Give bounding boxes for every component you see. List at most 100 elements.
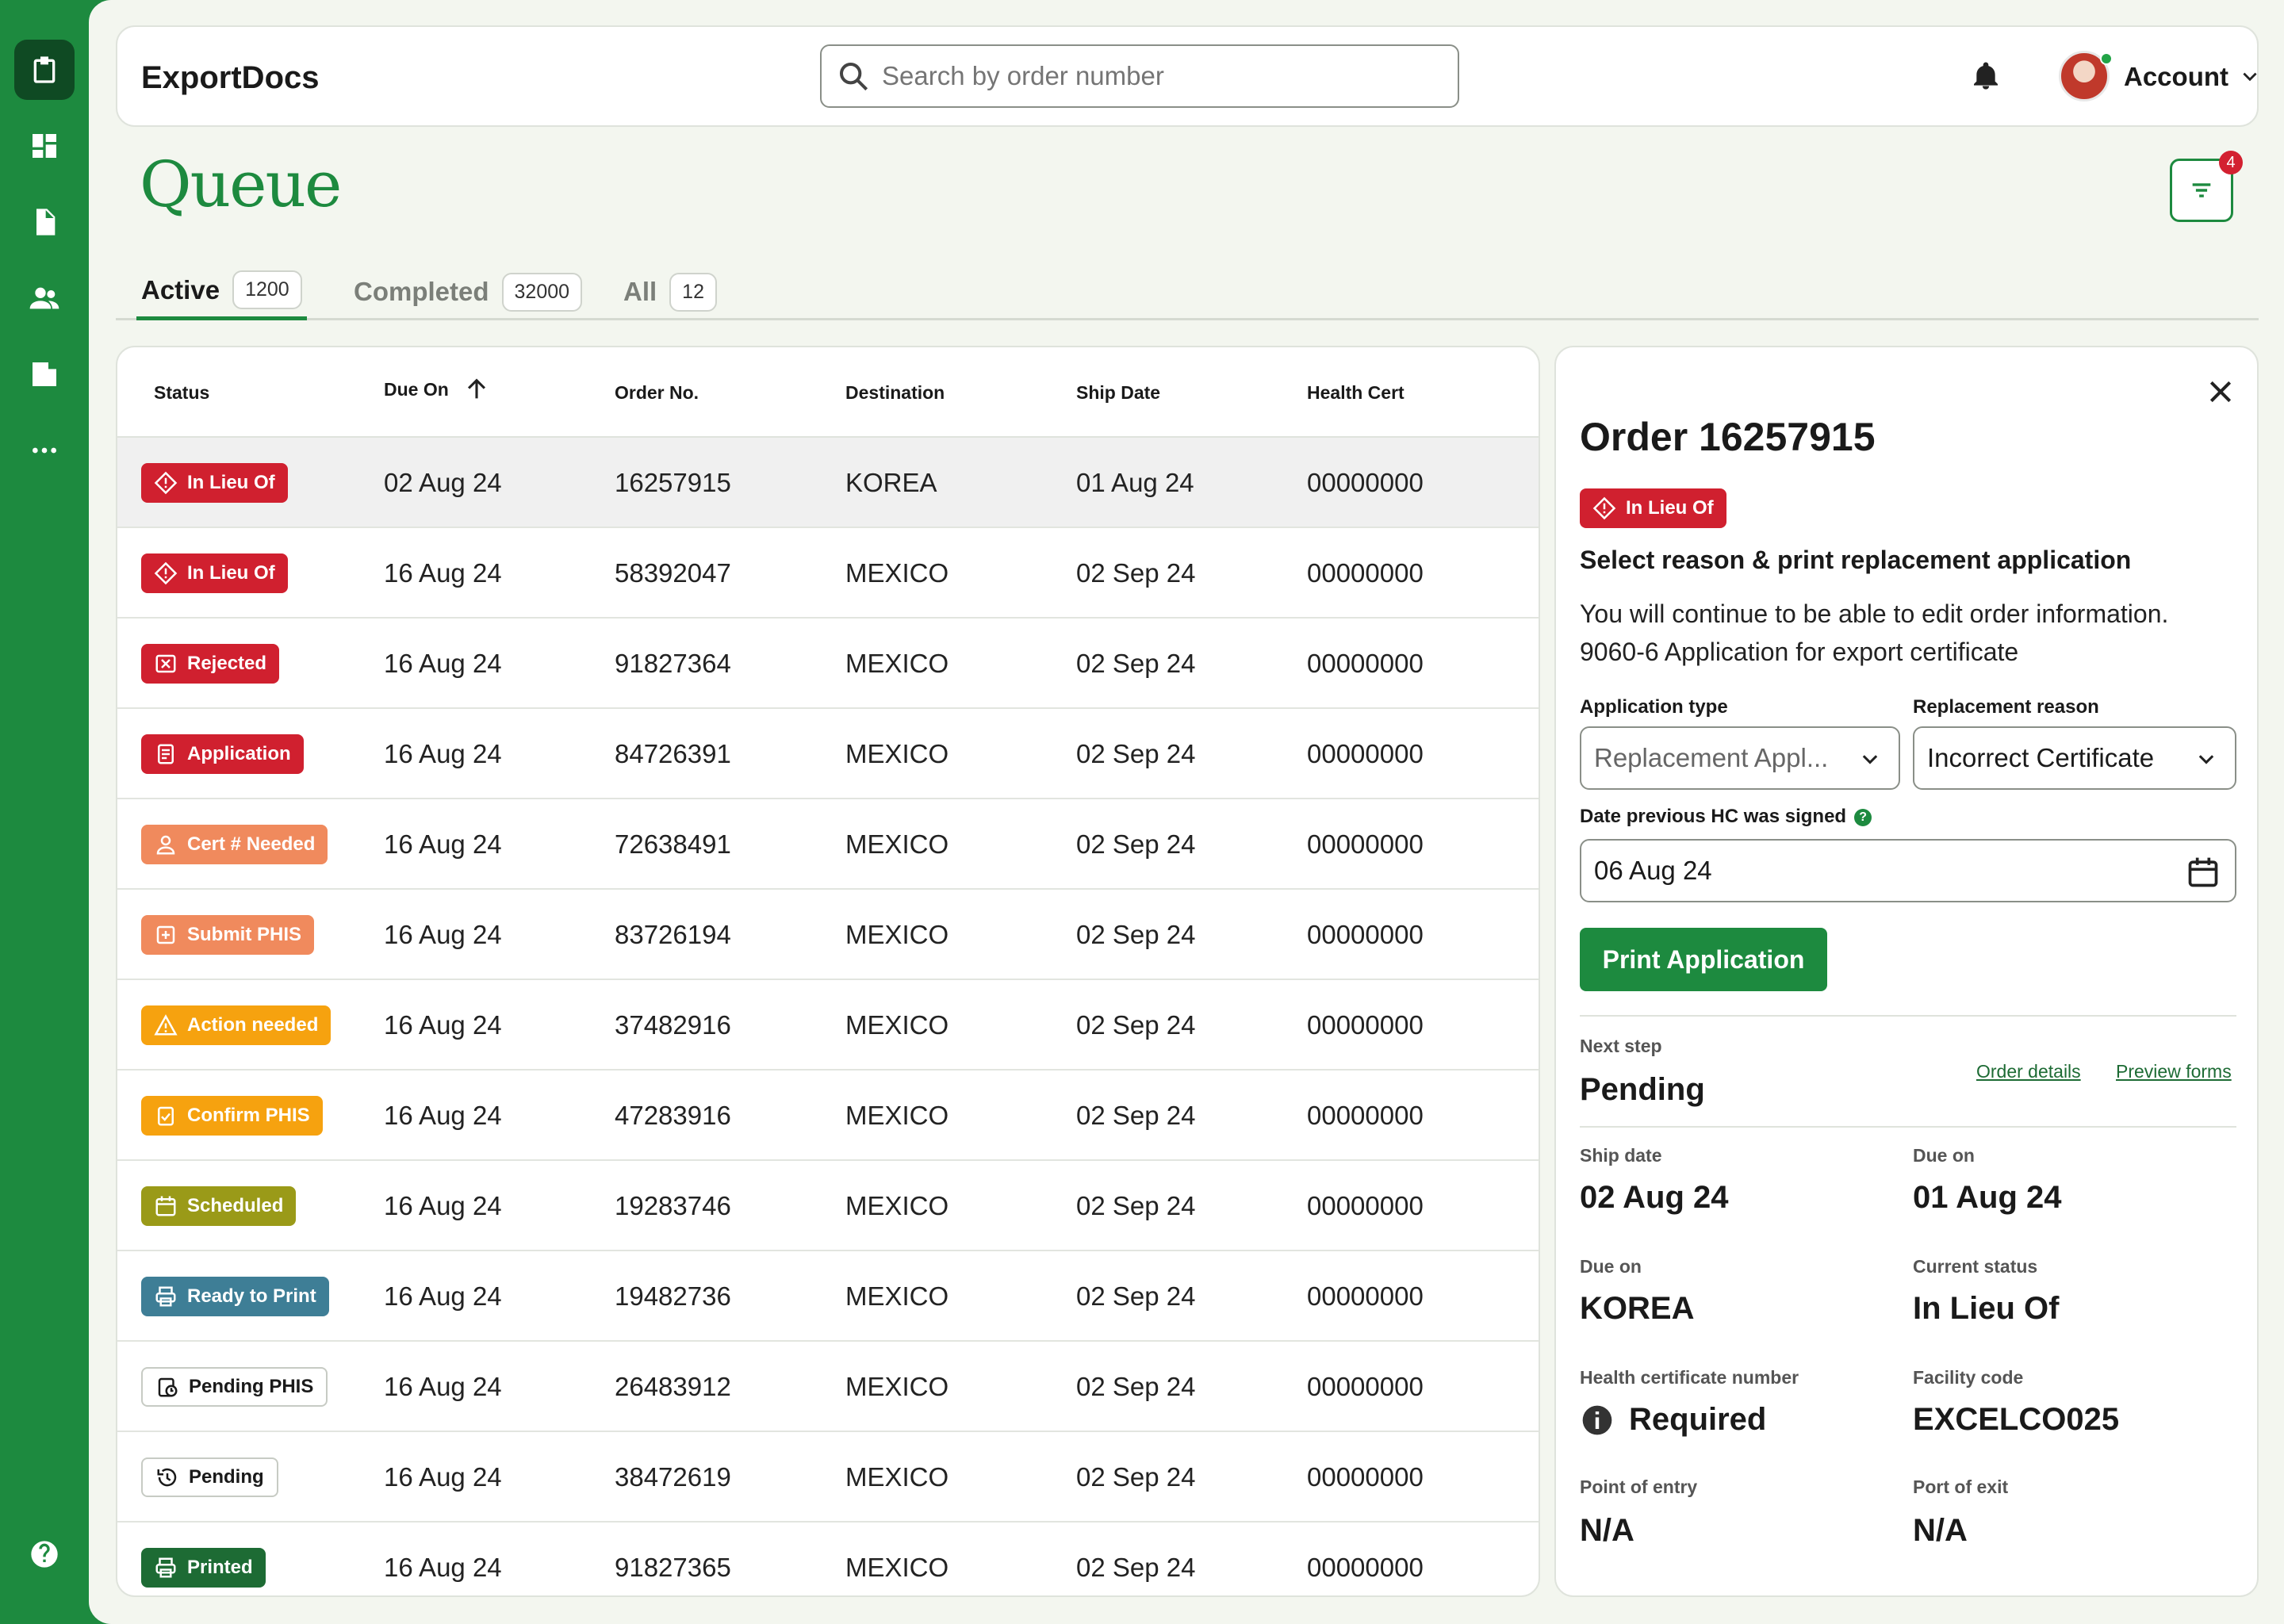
order-number-cell: 38472619 [615, 1462, 731, 1492]
next-step-value: Pending [1580, 1072, 1705, 1107]
column-header-status[interactable]: Status [154, 382, 209, 404]
column-header-health-cert[interactable]: Health Cert [1307, 382, 1405, 404]
health-cert-cell: 00000000 [1307, 920, 1424, 949]
destination-cell: MEXICO [845, 558, 949, 588]
order-number-cell: 37482916 [615, 1010, 731, 1040]
status-badge: Printed [141, 1548, 266, 1588]
order-details-link[interactable]: Order details [1976, 1061, 2081, 1082]
health-cert-number-label: Health certificate number [1580, 1367, 1799, 1388]
close-icon[interactable] [2205, 376, 2236, 408]
table-row[interactable]: In Lieu Of 16 Aug 24 58392047 MEXICO 02 Sep … [117, 528, 1539, 619]
table-row[interactable]: In Lieu Of 02 Aug 24 16257915 KOREA 01 Aug 2… [117, 438, 1539, 528]
status-badge: Pending PHIS [141, 1367, 328, 1407]
order-number-cell: 16257915 [615, 468, 731, 497]
status-badge: Application [141, 734, 304, 774]
tab-label: All [623, 277, 657, 306]
table-row[interactable]: Pending 16 Aug 24 38472619 MEXICO 02 Sep 24 0… [117, 1432, 1539, 1522]
users-icon[interactable] [14, 268, 75, 328]
date-signed-input[interactable]: 06 Aug 24 [1580, 839, 2236, 902]
calendar-icon [155, 1196, 176, 1216]
table-row[interactable]: Action needed 16 Aug 24 37482916 MEXICO 02 S… [117, 980, 1539, 1071]
status-badge: Rejected [141, 644, 280, 684]
search-box[interactable] [820, 44, 1459, 108]
table-row[interactable]: Scheduled 16 Aug 24 19283746 MEXICO 02 Sep 2… [117, 1161, 1539, 1251]
page-title: Queue [140, 147, 342, 221]
port-of-exit-value: N/A [1913, 1513, 1968, 1548]
warning-icon [154, 1014, 178, 1036]
preview-forms-link[interactable]: Preview forms [2116, 1061, 2232, 1082]
destination-cell: MEXICO [845, 1372, 949, 1401]
status-badge-label: Ready to Print [187, 1285, 316, 1307]
dashboard-icon[interactable] [14, 116, 75, 176]
top-header: ExportDocs Account [116, 25, 2259, 127]
port-of-exit-label: Port of exit [1913, 1477, 2009, 1497]
column-header-label: Due On [384, 378, 449, 400]
table-row[interactable]: Confirm PHIS 16 Aug 24 47283916 MEXICO 02 Se… [117, 1071, 1539, 1161]
table-row[interactable]: Rejected 16 Aug 24 91827364 MEXICO 02 Sep 24… [117, 619, 1539, 709]
table-row[interactable]: Submit PHIS 16 Aug 24 83726194 MEXICO 02 Sep… [117, 890, 1539, 980]
ship-date-cell: 02 Sep 24 [1076, 1281, 1196, 1311]
detail-description: You will continue to be able to edit ord… [1580, 595, 2238, 671]
order-detail-panel: Order 16257915 In Lieu Of Select reason … [1554, 346, 2259, 1597]
date-signed-value: 06 Aug 24 [1594, 856, 1712, 885]
tab-count: 12 [669, 272, 717, 312]
help-icon[interactable]: ? [1854, 808, 1872, 826]
ship-date-cell: 02 Sep 24 [1076, 649, 1196, 678]
health-cert-cell: 00000000 [1307, 1553, 1424, 1582]
health-cert-cell: 00000000 [1307, 558, 1424, 588]
date-signed-label-text: Date previous HC was signed [1580, 806, 1847, 827]
tab-completed[interactable]: Completed 32000 [354, 263, 583, 320]
tab-count: 1200 [232, 270, 302, 309]
print-application-button[interactable]: Print Application [1580, 928, 1827, 991]
health-cert-cell: 00000000 [1307, 1101, 1424, 1130]
health-cert-number-value: Required [1580, 1402, 1766, 1438]
application-type-select[interactable]: Replacement Appl... [1580, 726, 1900, 790]
due-on-value: 01 Aug 24 [1913, 1180, 2062, 1215]
replacement-reason-label: Replacement reason [1913, 696, 2099, 718]
bell-icon[interactable] [1970, 60, 2002, 92]
column-header-destination[interactable]: Destination [845, 382, 945, 404]
account-menu[interactable]: Account [2124, 62, 2260, 92]
table-row[interactable]: Application 16 Aug 24 84726391 MEXICO 02 Sep… [117, 709, 1539, 799]
column-header-due-on[interactable]: Due On [384, 376, 490, 403]
more-icon[interactable] [14, 420, 75, 481]
due-on-cell: 16 Aug 24 [384, 1191, 502, 1220]
health-cert-cell: 00000000 [1307, 468, 1424, 497]
document-icon[interactable] [14, 192, 75, 252]
replacement-reason-select[interactable]: Incorrect Certificate [1913, 726, 2236, 790]
due-on-cell: 16 Aug 24 [384, 829, 502, 859]
ship-date-cell: 02 Sep 24 [1076, 1372, 1196, 1401]
table-row[interactable]: Printed 16 Aug 24 91827365 MEXICO 02 Sep 24 0… [117, 1522, 1539, 1595]
status-badge-label: Action needed [187, 1014, 319, 1036]
orders-table: Status Due On Order No. Destination Ship… [116, 346, 1540, 1597]
status-badge: Scheduled [141, 1186, 297, 1226]
column-header-ship-date[interactable]: Ship Date [1076, 382, 1160, 404]
building-icon[interactable] [14, 344, 75, 404]
order-number-cell: 19482736 [615, 1281, 731, 1311]
tab-count: 32000 [501, 272, 583, 312]
application-type-label: Application type [1580, 696, 1728, 718]
status-badge-label: Cert # Needed [187, 833, 316, 855]
document-icon [158, 744, 174, 764]
column-header-order-no[interactable]: Order No. [615, 382, 699, 404]
divider [1580, 1015, 2236, 1017]
due-on-cell: 16 Aug 24 [384, 920, 502, 949]
status-badge-label: Confirm PHIS [187, 1105, 310, 1126]
order-number-cell: 19283746 [615, 1191, 731, 1220]
search-input[interactable] [882, 61, 1458, 91]
help-icon[interactable] [14, 1524, 75, 1584]
ship-date-cell: 02 Sep 24 [1076, 920, 1196, 949]
point-of-entry-value: N/A [1580, 1513, 1634, 1548]
tab-active[interactable]: Active 1200 [136, 263, 307, 320]
info-icon [1582, 1405, 1612, 1434]
tab-all[interactable]: All 12 [623, 263, 717, 320]
table-row[interactable]: Cert # Needed 16 Aug 24 72638491 MEXICO 02 S… [117, 799, 1539, 890]
current-status-label: Current status [1913, 1256, 2038, 1277]
chevron-down-icon [2198, 755, 2214, 764]
tab-label: Active [141, 274, 220, 304]
table-row[interactable]: Ready to Print 16 Aug 24 19482736 MEXICO 02 … [117, 1251, 1539, 1342]
clipboard-icon[interactable] [14, 40, 75, 100]
table-row[interactable]: Pending PHIS 16 Aug 24 26483912 MEXICO 02 Se… [117, 1342, 1539, 1432]
calendar-icon[interactable] [2186, 855, 2221, 890]
order-number-cell: 47283916 [615, 1101, 731, 1130]
